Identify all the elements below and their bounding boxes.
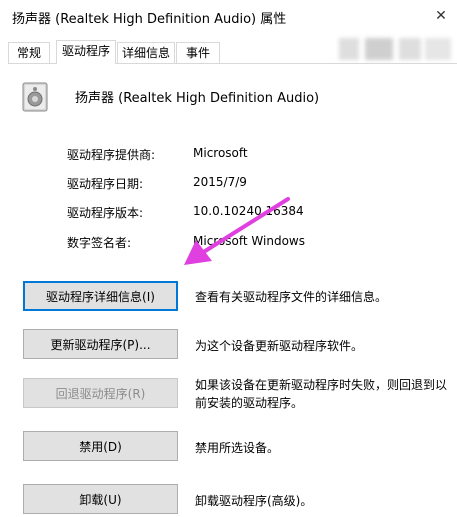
device-name: 扬声器 (Realtek High Definition Audio) [75, 91, 320, 106]
tab-details[interactable]: 详细信息 [117, 42, 175, 63]
provider-label: 驱动程序提供商: [67, 148, 156, 162]
disable-button[interactable]: 禁用(D) [23, 431, 178, 461]
tab-general[interactable]: 常规 [8, 42, 50, 63]
version-label: 驱动程序版本: [67, 206, 144, 220]
tab-driver[interactable]: 驱动程序 [56, 40, 116, 64]
update-driver-button[interactable]: 更新驱动程序(P)... [23, 329, 178, 359]
tab-events[interactable]: 事件 [176, 42, 220, 63]
close-icon: ✕ [435, 8, 447, 24]
uninstall-description: 卸载驱动程序(高级)。 [195, 494, 313, 508]
annotation-arrow-icon [180, 195, 295, 270]
date-value: 2015/7/9 [193, 175, 247, 189]
update-driver-description: 为这个设备更新驱动程序软件。 [195, 339, 364, 353]
window-title: 扬声器 (Realtek High Definition Audio) 属性 [12, 12, 287, 27]
uninstall-button[interactable]: 卸载(U) [23, 484, 178, 514]
driver-details-description: 查看有关驱动程序文件的详细信息。 [195, 290, 388, 304]
driver-details-button[interactable]: 驱动程序详细信息(I) [23, 281, 178, 311]
blurred-region [335, 34, 457, 64]
date-label: 驱动程序日期: [67, 177, 144, 191]
signer-label: 数字签名者: [67, 236, 132, 250]
rollback-driver-button[interactable]: 回退驱动程序(R) [23, 378, 178, 408]
provider-value: Microsoft [193, 146, 248, 160]
speaker-icon [22, 82, 48, 112]
close-button[interactable]: ✕ [428, 4, 454, 28]
rollback-driver-description: 如果该设备在更新驱动程序时失败，则回退到以前安装的驱动程序。 [195, 378, 448, 410]
disable-description: 禁用所选设备。 [195, 441, 280, 455]
